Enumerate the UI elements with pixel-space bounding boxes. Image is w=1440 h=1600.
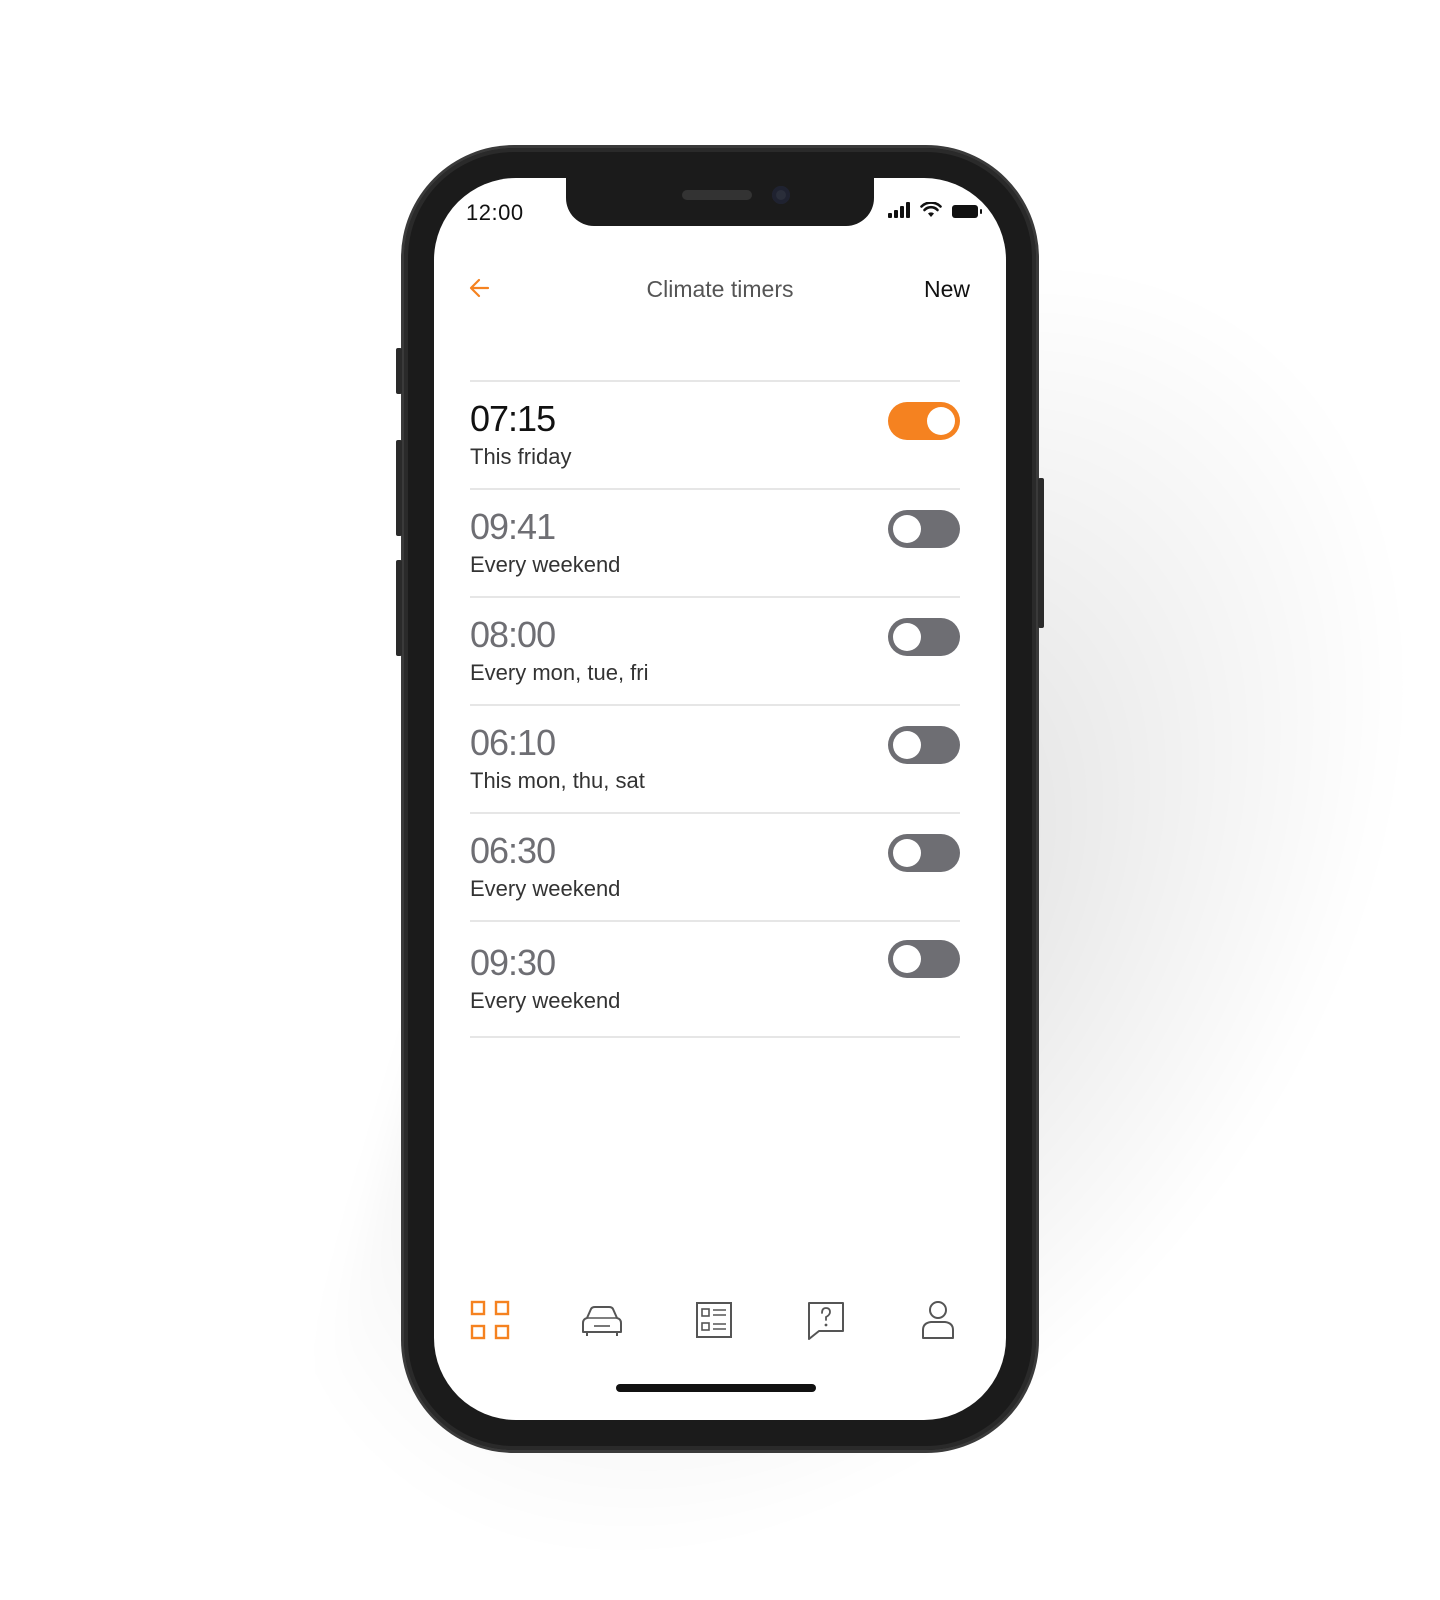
silent-switch <box>396 348 402 394</box>
timer-time: 09:30 <box>470 942 556 983</box>
help-chat-icon[interactable] <box>802 1296 850 1344</box>
timer-row[interactable]: 09:30 Every weekend <box>470 922 960 1038</box>
tab-bar <box>434 1290 1006 1350</box>
toggle-knob <box>893 623 921 651</box>
page-title: Climate timers <box>646 276 794 302</box>
toggle-knob <box>893 945 921 973</box>
timer-time: 09:41 <box>470 506 556 547</box>
cellular-signal-icon <box>888 202 910 218</box>
timer-schedule: This friday <box>470 444 572 469</box>
front-camera <box>772 186 790 204</box>
stage: 12:00 Climate timers New 07:15 This frid… <box>0 0 1440 1600</box>
new-timer-button[interactable]: New <box>924 276 970 303</box>
timer-toggle[interactable] <box>888 618 960 656</box>
timer-toggle[interactable] <box>888 402 960 440</box>
toggle-knob <box>893 839 921 867</box>
power-button <box>1038 478 1044 628</box>
timer-toggle[interactable] <box>888 940 960 978</box>
timer-toggle[interactable] <box>888 510 960 548</box>
speaker <box>682 190 752 200</box>
timer-row[interactable]: 06:10 This mon, thu, sat <box>470 706 960 814</box>
timer-time: 06:10 <box>470 722 556 763</box>
status-icons <box>888 202 982 218</box>
phone-screen: 12:00 Climate timers New 07:15 This frid… <box>434 178 1006 1420</box>
timer-toggle[interactable] <box>888 834 960 872</box>
timer-toggle[interactable] <box>888 726 960 764</box>
volume-down-button <box>396 560 402 656</box>
wifi-icon <box>920 202 942 217</box>
timer-time: 06:30 <box>470 830 556 871</box>
timer-row[interactable]: 09:41 Every weekend <box>470 490 960 598</box>
home-indicator[interactable] <box>616 1384 816 1392</box>
battery-icon <box>952 205 982 218</box>
timer-time: 07:15 <box>470 398 556 439</box>
timer-schedule: Every weekend <box>470 876 621 901</box>
profile-icon[interactable] <box>914 1296 962 1344</box>
timer-row[interactable]: 07:15 This friday <box>470 382 960 490</box>
timer-schedule: Every weekend <box>470 988 621 1013</box>
timer-schedule: Every mon, tue, fri <box>470 660 649 685</box>
car-icon[interactable] <box>578 1296 626 1344</box>
timer-row[interactable]: 06:30 Every weekend <box>470 814 960 922</box>
notch <box>566 178 874 226</box>
timer-schedule: Every weekend <box>470 552 621 577</box>
timer-time: 08:00 <box>470 614 556 655</box>
timer-row[interactable]: 08:00 Every mon, tue, fri <box>470 598 960 706</box>
toggle-knob <box>893 731 921 759</box>
toggle-knob <box>893 515 921 543</box>
timer-schedule: This mon, thu, sat <box>470 768 645 793</box>
dashboard-grid-icon[interactable] <box>466 1296 514 1344</box>
nav-bar: Climate timers New <box>434 268 1006 308</box>
list-icon[interactable] <box>690 1296 738 1344</box>
phone-frame: 12:00 Climate timers New 07:15 This frid… <box>396 148 1044 1450</box>
status-time: 12:00 <box>466 200 524 225</box>
volume-up-button <box>396 440 402 536</box>
toggle-knob <box>927 407 955 435</box>
timer-list: 07:15 This friday 09:41 Every weekend 08… <box>470 380 960 1038</box>
